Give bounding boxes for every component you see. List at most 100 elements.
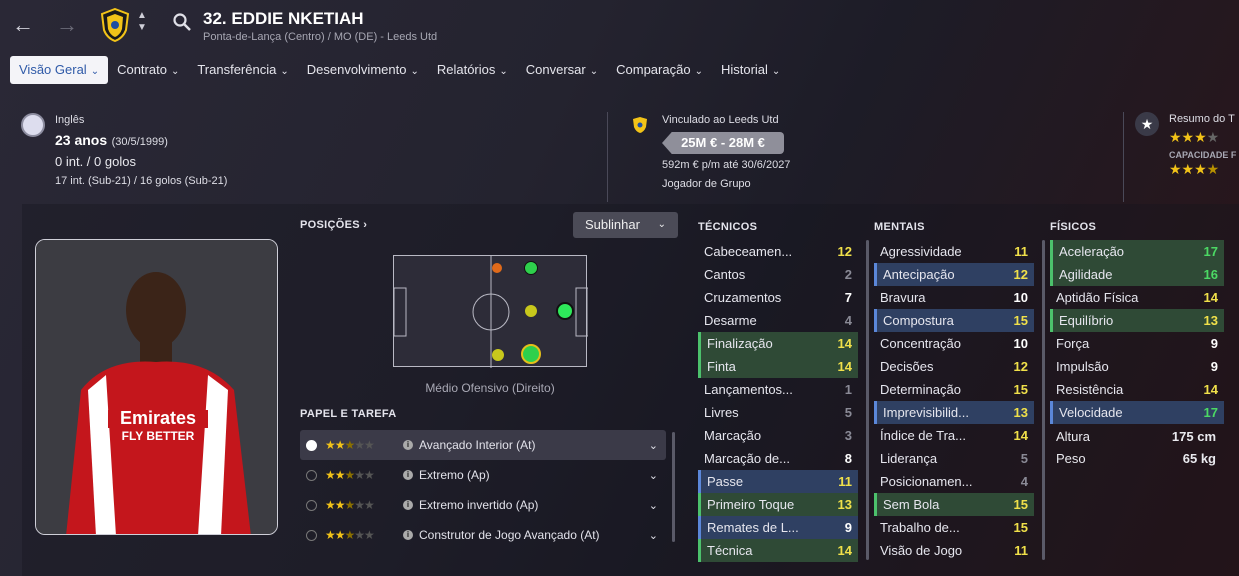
attribute-row[interactable]: Posicionamen... 4 [874,470,1034,493]
info-icon[interactable]: i [403,530,413,540]
attribute-row[interactable]: Compostura 15 [874,309,1034,332]
attribute-row[interactable]: Antecipação 12 [874,263,1034,286]
chevron-down-icon[interactable]: ⌄ [649,499,658,512]
attribute-row[interactable]: Aceleração 17 [1050,240,1224,263]
attribute-row[interactable]: Técnica 14 [698,539,858,562]
radio-icon[interactable] [306,499,317,511]
attribute-row[interactable]: Passe 11 [698,470,858,493]
attribute-value: 7 [844,290,852,305]
attribute-row[interactable]: Finalização 14 [698,332,858,355]
attribute-row[interactable]: Índice de Tra... 14 [874,424,1034,447]
attribute-row[interactable]: Trabalho de... 15 [874,516,1034,539]
divider [607,112,608,202]
attribute-row[interactable]: Marcação de... 8 [698,447,858,470]
england-flag-icon [21,113,45,137]
value-badge[interactable]: 25M € - 28M € [662,132,784,154]
attribute-row[interactable]: Remates de L... 9 [698,516,858,539]
role-row[interactable]: ★★★★★ i Avançado Interior (At) ⌄ [300,430,666,460]
attribute-row[interactable]: Impulsão 9 [1050,355,1224,378]
info-icon[interactable]: i [403,440,413,450]
attribute-row[interactable]: Livres 5 [698,401,858,424]
attribute-row[interactable]: Marcação 3 [698,424,858,447]
attribute-name: Cruzamentos [704,290,782,305]
svg-text:Emirates: Emirates [120,408,196,428]
attribute-row[interactable]: Cruzamentos 7 [698,286,858,309]
highlight-dropdown[interactable]: Sublinhar ⌄ [573,212,678,238]
tab-overview[interactable]: Visão Geral ⌄ [10,56,109,84]
tab-talk[interactable]: Conversar ⌄ [517,56,607,84]
height-row: Altura 175 cm [1056,429,1224,444]
attribute-value: 14 [1013,428,1028,443]
roles-scrollbar[interactable] [672,432,675,542]
attribute-value: 17 [1203,405,1218,420]
technical-title: TÉCNICOS [698,221,758,233]
role-stars: ★★★★★ [325,498,375,512]
attribute-row[interactable]: Desarme 4 [698,309,858,332]
attribute-row[interactable]: Lançamentos... 1 [698,378,858,401]
attribute-row[interactable]: Visão de Jogo 11 [874,539,1034,562]
attribute-name: Força [1056,336,1090,351]
attribute-row[interactable]: Agressividade 11 [874,240,1034,263]
position-dot [525,305,537,317]
attribute-name: Índice de Tra... [880,428,966,443]
tab-contract[interactable]: Contrato ⌄ [108,56,188,84]
role-row[interactable]: ★★★★★ i Extremo (Ap) ⌄ [300,460,666,490]
leeds-crest-icon[interactable] [100,8,130,42]
squad-status: Jogador de Grupo [662,178,751,190]
attribute-row[interactable]: Concentração 10 [874,332,1034,355]
back-arrow-icon[interactable]: ← [12,12,34,38]
tab-history[interactable]: Historial ⌄ [712,56,789,84]
attribute-row[interactable]: Força 9 [1050,332,1224,355]
role-row[interactable]: ★★★★★ i Construtor de Jogo Avançado (At) ⌄ [300,520,666,550]
attribute-row[interactable]: Liderança 5 [874,447,1034,470]
attribute-name: Aptidão Física [1056,290,1139,305]
attribute-row[interactable]: Primeiro Toque 13 [698,493,858,516]
attribute-value: 5 [844,405,852,420]
attribute-row[interactable]: Cantos 2 [698,263,858,286]
attribute-row[interactable]: Finta 14 [698,355,858,378]
attribute-row[interactable]: Agilidade 16 [1050,263,1224,286]
info-icon[interactable]: i [403,470,413,480]
attribute-row[interactable]: Decisões 12 [874,355,1034,378]
forward-arrow-icon[interactable]: → [56,12,78,38]
roles-list: ★★★★★ i Avançado Interior (At) ⌄ ★★★★★ i Extr… [300,430,666,550]
physical-title: FÍSICOS [1050,221,1097,233]
top-bar: ← → ▲ ▼ 32. EDDIE NKETIAH Ponta-de-Lança … [0,0,1239,92]
radio-icon[interactable] [306,469,317,481]
player-positions: Ponta-de-Lança (Centro) / MO (DE) - Leed… [203,31,438,43]
tab-comparison[interactable]: Comparação ⌄ [607,56,712,84]
club-crest-icon [633,117,647,133]
attribute-row[interactable]: Cabeceamen... 12 [698,240,858,263]
attribute-row[interactable]: Imprevisibilid... 13 [874,401,1034,424]
role-row[interactable]: ★★★★★ i Extremo invertido (Ap) ⌄ [300,490,666,520]
info-icon[interactable]: i [403,500,413,510]
attribute-row[interactable]: Equilíbrio 13 [1050,309,1224,332]
attribute-value: 15 [1013,313,1028,328]
attribute-name: Aceleração [1059,244,1125,259]
nationality: Inglês [55,114,85,126]
chevron-down-icon[interactable]: ⌄ [649,439,658,452]
tab-transfer[interactable]: Transferência ⌄ [188,56,297,84]
tab-development[interactable]: Desenvolvimento ⌄ [298,56,428,84]
attribute-row[interactable]: Sem Bola 15 [874,493,1034,516]
positions-title[interactable]: POSIÇÕES › [300,219,367,231]
player-switch-icon[interactable]: ▲ ▼ [137,10,147,34]
attribute-name: Decisões [880,359,934,374]
radio-icon[interactable] [306,439,317,451]
attribute-value: 12 [1013,267,1028,282]
attribute-value: 13 [1013,405,1028,420]
attribute-row[interactable]: Velocidade 17 [1050,401,1224,424]
tab-reports[interactable]: Relatórios ⌄ [428,56,517,84]
attribute-value: 12 [1013,359,1028,374]
radio-icon[interactable] [306,529,317,541]
chevron-down-icon[interactable]: ⌄ [649,469,658,482]
attribute-name: Antecipação [883,267,955,282]
search-icon[interactable] [172,12,192,32]
attribute-row[interactable]: Determinação 15 [874,378,1034,401]
chevron-down-icon[interactable]: ⌄ [649,529,658,542]
attribute-row[interactable]: Aptidão Física 14 [1050,286,1224,309]
attribute-name: Trabalho de... [880,520,960,535]
position-dot-selected[interactable] [521,344,541,364]
attribute-row[interactable]: Bravura 10 [874,286,1034,309]
attribute-row[interactable]: Resistência 14 [1050,378,1224,401]
